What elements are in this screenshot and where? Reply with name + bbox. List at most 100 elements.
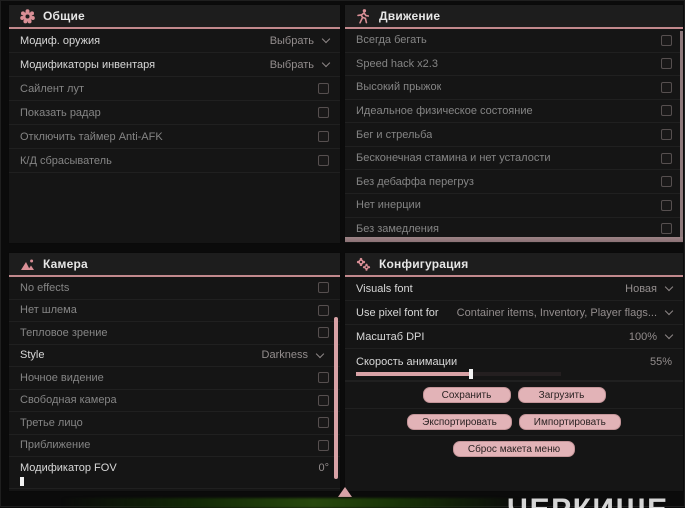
image-icon [19,257,35,272]
row-label: Идеальное физическое состояние [356,104,533,117]
checkbox[interactable] [318,304,329,316]
checkbox[interactable] [318,107,329,118]
row-label: Приближение [20,439,91,452]
dropdown-value: Darkness [261,349,308,362]
slider-row-animation-speed: Скорость анимации 55% [345,349,683,381]
button-row-save-load: Сохранить Загрузить [345,381,683,408]
row-label: Сайлент лут [20,82,84,95]
row-label: Третье лицо [20,416,83,429]
panel-title: Движение [379,9,441,23]
toggle-row-silent-loot[interactable]: Сайлент лут [9,77,340,101]
dpi-scale-dropdown[interactable]: 100% [629,331,674,343]
chevron-down-icon [664,306,674,316]
dropdown-row-style: Style Darkness [9,345,340,367]
toggle-row-third-person[interactable]: Третье лицо [9,412,340,435]
toggle-row-no-inertia[interactable]: Нет инерции [345,194,683,218]
toggle-row-no-helmet[interactable]: Нет шлема [9,300,340,322]
checkbox[interactable] [661,152,672,164]
game-world-label: ЧЕРКИШЕ [507,494,685,508]
checkbox[interactable] [318,439,329,451]
pixel-font-dropdown[interactable]: Container items, Inventory, Player flags… [456,306,674,319]
checkbox[interactable] [318,131,329,142]
toggle-row-run-and-shoot[interactable]: Бег и стрельба [345,123,683,147]
toggle-row-infinite-stamina[interactable]: Бесконечная стамина и нет усталости [345,147,683,171]
load-button[interactable]: Загрузить [517,387,606,403]
toggle-row-cooldown-reset[interactable]: К/Д сбрасыватель [9,149,340,173]
animation-speed-slider[interactable] [356,369,561,379]
export-button[interactable]: Экспортировать [407,414,512,430]
import-button[interactable]: Импортировать [518,414,621,430]
inventory-mods-dropdown[interactable]: Выбрать [269,58,331,71]
toggle-row-no-effects[interactable]: No effects [9,277,340,300]
fov-slider[interactable] [20,476,24,486]
dropdown-value: Выбрать [269,58,314,71]
row-label: Тепловое зрение [20,326,108,339]
row-label: Высокий прыжок [356,81,442,94]
dropdown-value: Container items, Inventory, Player flags… [456,306,657,319]
checkbox[interactable] [318,327,329,339]
toggle-row-speed-hack[interactable]: Speed hack x2.3 [345,53,683,77]
panel-movement-header[interactable]: Движение [345,5,683,29]
toggle-row-show-radar[interactable]: Показать радар [9,101,340,125]
visuals-font-dropdown[interactable]: Новая [625,282,674,295]
gear-icon [19,8,35,24]
panel-resize-edge-bottom[interactable] [345,237,683,242]
panel-title: Камера [43,257,88,271]
panel-general: Общие Модиф. оружия Выбрать Модификаторы… [9,5,340,243]
row-label: Без замедления [356,222,439,235]
row-label: Visuals font [356,282,413,295]
toggle-row-anti-afk[interactable]: Отключить таймер Anti-AFK [9,125,340,149]
row-label: Масштаб DPI [356,330,425,343]
checkbox[interactable] [661,129,672,141]
panel-general-header[interactable]: Общие [9,5,340,29]
gears-icon [355,257,371,272]
checkbox[interactable] [318,83,329,94]
row-label: Модификатор FOV [20,461,117,474]
reset-menu-layout-button[interactable]: Сброс макета меню [452,441,576,457]
row-label: Нет шлема [20,304,77,317]
row-label: Всегда бегать [356,34,427,47]
toggle-row-night-vision[interactable]: Ночное видение [9,367,340,390]
camera-scrollbar[interactable] [334,317,338,479]
save-button[interactable]: Сохранить [422,387,511,403]
panel-camera-header[interactable]: Камера [9,253,340,277]
toggle-row-no-overload-debuff[interactable]: Без дебаффа перегруз [345,170,683,194]
dropdown-row-pixel-font: Use pixel font for Container items, Inve… [345,301,683,325]
toggle-row-free-camera[interactable]: Свободная камера [9,390,340,412]
panel-config-header[interactable]: Конфигурация [345,253,683,277]
checkbox[interactable] [661,176,672,188]
panel-resize-edge-right[interactable] [680,31,683,241]
toggle-row-always-run[interactable]: Всегда бегать [345,29,683,53]
checkbox[interactable] [318,155,329,166]
row-label: Показать радар [20,106,101,119]
row-label: Speed hack x2.3 [356,57,438,70]
slider-handle[interactable] [468,369,473,379]
row-label: Свободная камера [20,394,117,407]
row-label: Отключить таймер Anti-AFK [20,130,163,143]
chevron-down-icon [664,282,674,292]
style-dropdown[interactable]: Darkness [261,349,325,362]
checkbox[interactable] [661,223,672,235]
checkbox[interactable] [661,81,672,93]
resize-grip[interactable] [338,487,352,497]
dropdown-row-dpi-scale: Масштаб DPI 100% [345,325,683,349]
checkbox[interactable] [318,394,329,406]
toggle-row-perfect-condition[interactable]: Идеальное физическое состояние [345,100,683,124]
checkbox[interactable] [661,199,672,211]
checkbox[interactable] [661,34,672,46]
toggle-row-zoom[interactable]: Приближение [9,435,340,457]
row-label: Нет инерции [356,199,421,212]
toggle-row-thermal-vision[interactable]: Тепловое зрение [9,322,340,345]
dropdown-row-visuals-font: Visuals font Новая [345,277,683,301]
checkbox[interactable] [661,105,672,117]
checkbox[interactable] [661,58,672,70]
checkbox[interactable] [318,417,329,429]
panel-config: Конфигурация Visuals font Новая Use pixe… [345,253,683,491]
animation-speed-fill [356,372,469,376]
runner-icon [355,8,371,24]
weapon-mod-dropdown[interactable]: Выбрать [270,35,331,47]
checkbox[interactable] [318,282,329,294]
toggle-row-high-jump[interactable]: Высокий прыжок [345,76,683,100]
row-label: Модификаторы инвентаря [20,58,156,71]
checkbox[interactable] [318,372,329,384]
